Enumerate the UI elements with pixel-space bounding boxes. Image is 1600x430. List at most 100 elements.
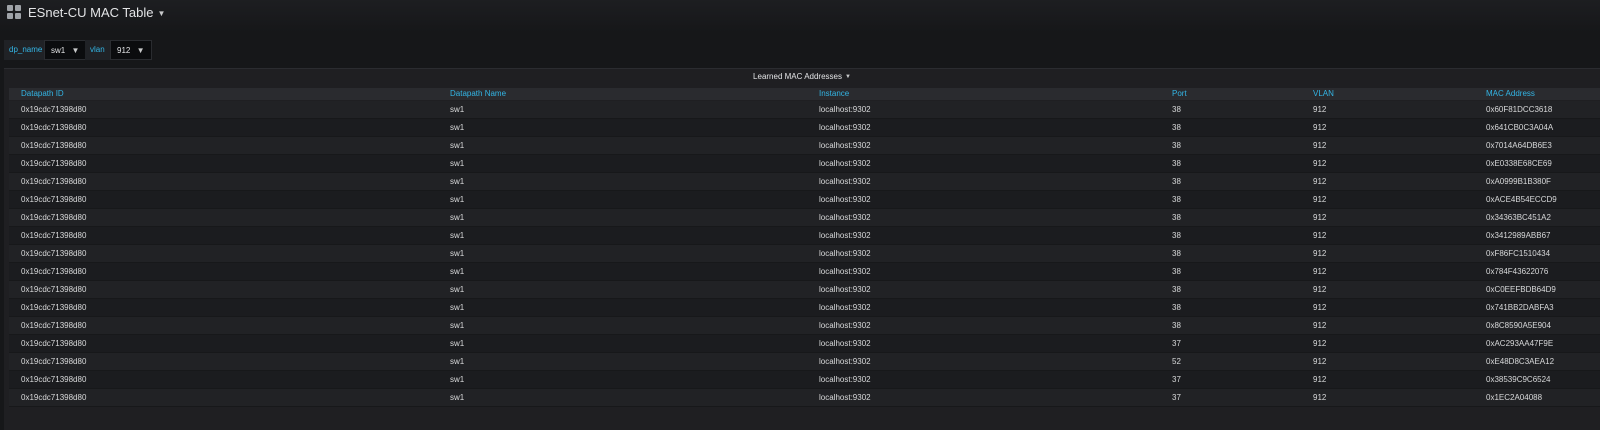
chevron-down-icon: ▼ — [136, 46, 145, 55]
vlan-cell: 912 — [1313, 249, 1327, 258]
port-cell: 38 — [1172, 195, 1181, 204]
mac-address-cell: 0x8C8590A5E904 — [1486, 321, 1551, 330]
instance-cell: localhost:9302 — [819, 285, 871, 294]
vlan-cell: 912 — [1313, 285, 1327, 294]
instance-cell: localhost:9302 — [819, 393, 871, 402]
column-header-datapath-name[interactable]: Datapath Name — [450, 88, 506, 100]
vlan-cell: 912 — [1313, 177, 1327, 186]
table-row: 0x19cdc71398d80 sw1 localhost:9302 38 912 0x7… — [9, 299, 1600, 317]
table-row: 0x19cdc71398d80 sw1 localhost:9302 52 912 0xE… — [9, 353, 1600, 371]
vlan-cell: 912 — [1313, 303, 1327, 312]
datapath-name-cell: sw1 — [450, 159, 465, 168]
vlan-cell: 912 — [1313, 213, 1327, 222]
variable-value: 912 — [117, 46, 131, 56]
table-row: 0x19cdc71398d80 sw1 localhost:9302 37 912 0xA… — [9, 335, 1600, 353]
mac-address-cell: 0x784F43622076 — [1486, 267, 1549, 276]
datapath-name-cell: sw1 — [450, 357, 465, 366]
datapath-name-cell: sw1 — [450, 213, 465, 222]
datapath-name-cell: sw1 — [450, 141, 465, 150]
datapath-id-cell: 0x19cdc71398d80 — [21, 123, 87, 132]
mac-address-cell: 0x1EC2A04088 — [1486, 393, 1543, 402]
column-header-mac-address[interactable]: MAC Address — [1486, 88, 1535, 100]
table-row: 0x19cdc71398d80 sw1 localhost:9302 38 912 0x7… — [9, 137, 1600, 155]
mac-address-cell: 0xA0999B1B380F — [1486, 177, 1551, 186]
vlan-cell: 912 — [1313, 231, 1327, 240]
variable-value: sw1 — [51, 46, 66, 56]
datapath-name-cell: sw1 — [450, 303, 465, 312]
datapath-id-cell: 0x19cdc71398d80 — [21, 177, 87, 186]
chevron-down-icon: ▼ — [157, 9, 166, 19]
port-cell: 37 — [1172, 393, 1181, 402]
table-row: 0x19cdc71398d80 sw1 localhost:9302 38 912 0xC… — [9, 281, 1600, 299]
datapath-id-cell: 0x19cdc71398d80 — [21, 339, 87, 348]
port-cell: 38 — [1172, 321, 1181, 330]
instance-cell: localhost:9302 — [819, 357, 871, 366]
mac-address-cell: 0xAC293AA47F9E — [1486, 339, 1554, 348]
table-row: 0x19cdc71398d80 sw1 localhost:9302 38 912 0x6… — [9, 101, 1600, 119]
port-cell: 38 — [1172, 141, 1181, 150]
port-cell: 38 — [1172, 303, 1181, 312]
table-row: 0x19cdc71398d80 sw1 localhost:9302 38 912 0xA… — [9, 191, 1600, 209]
mac-address-cell: 0x3412989ABB67 — [1486, 231, 1551, 240]
port-cell: 38 — [1172, 231, 1181, 240]
mac-address-cell: 0x7014A64DB6E3 — [1486, 141, 1552, 150]
datapath-name-cell: sw1 — [450, 249, 465, 258]
datapath-id-cell: 0x19cdc71398d80 — [21, 285, 87, 294]
table-row: 0x19cdc71398d80 sw1 localhost:9302 38 912 0xE… — [9, 155, 1600, 173]
mac-address-cell: 0xACE4B54ECCD9 — [1486, 195, 1557, 204]
datapath-id-cell: 0x19cdc71398d80 — [21, 357, 87, 366]
dashboard-title-dropdown[interactable]: ESnet-CU MAC Table ▼ — [28, 5, 165, 20]
instance-cell: localhost:9302 — [819, 231, 871, 240]
table-header: Datapath ID Datapath Name Instance Port … — [9, 88, 1600, 100]
table-row: 0x19cdc71398d80 sw1 localhost:9302 38 912 0x6… — [9, 119, 1600, 137]
port-cell: 38 — [1172, 249, 1181, 258]
datapath-name-cell: sw1 — [450, 231, 465, 240]
column-header-vlan[interactable]: VLAN — [1313, 88, 1334, 100]
variable-value-dropdown[interactable]: 912 ▼ — [110, 40, 152, 60]
datapath-id-cell: 0x19cdc71398d80 — [21, 231, 87, 240]
mac-address-cell: 0xC0EEFBDB64D9 — [1486, 285, 1556, 294]
datapath-name-cell: sw1 — [450, 105, 465, 114]
instance-cell: localhost:9302 — [819, 105, 871, 114]
instance-cell: localhost:9302 — [819, 159, 871, 168]
mac-address-cell: 0xE48D8C3AEA12 — [1486, 357, 1555, 366]
datapath-name-cell: sw1 — [450, 339, 465, 348]
port-cell: 38 — [1172, 267, 1181, 276]
datapath-id-cell: 0x19cdc71398d80 — [21, 267, 87, 276]
instance-cell: localhost:9302 — [819, 249, 871, 258]
column-header-instance[interactable]: Instance — [819, 88, 849, 100]
panel-title: Learned MAC Addresses — [753, 72, 842, 81]
port-cell: 38 — [1172, 159, 1181, 168]
column-header-datapath-id[interactable]: Datapath ID — [21, 88, 64, 100]
vlan-cell: 912 — [1313, 267, 1327, 276]
dashboard-grid-icon[interactable] — [7, 5, 21, 19]
datapath-name-cell: sw1 — [450, 321, 465, 330]
datapath-id-cell: 0x19cdc71398d80 — [21, 213, 87, 222]
vlan-cell: 912 — [1313, 321, 1327, 330]
mac-table-panel: Learned MAC Addresses ▼ Datapath ID Datap… — [4, 68, 1600, 430]
table-row: 0x19cdc71398d80 sw1 localhost:9302 38 912 0x7… — [9, 263, 1600, 281]
datapath-id-cell: 0x19cdc71398d80 — [21, 249, 87, 258]
table-row: 0x19cdc71398d80 sw1 localhost:9302 38 912 0xA… — [9, 173, 1600, 191]
variable-value-dropdown[interactable]: sw1 ▼ — [44, 40, 87, 60]
instance-cell: localhost:9302 — [819, 177, 871, 186]
variable-label: vlan — [85, 40, 110, 60]
mac-address-cell: 0xF86FC1510434 — [1486, 249, 1551, 258]
chevron-down-icon: ▼ — [71, 46, 80, 55]
mac-address-cell: 0x741BB2DABFA3 — [1486, 303, 1554, 312]
mac-address-cell: 0x60F81DCC3618 — [1486, 105, 1553, 114]
vlan-cell: 912 — [1313, 375, 1327, 384]
vlan-cell: 912 — [1313, 123, 1327, 132]
datapath-id-cell: 0x19cdc71398d80 — [21, 303, 87, 312]
table-row: 0x19cdc71398d80 sw1 localhost:9302 37 912 0x1… — [9, 389, 1600, 407]
port-cell: 52 — [1172, 357, 1181, 366]
table-row: 0x19cdc71398d80 sw1 localhost:9302 38 912 0x8… — [9, 317, 1600, 335]
column-header-port[interactable]: Port — [1172, 88, 1187, 100]
instance-cell: localhost:9302 — [819, 321, 871, 330]
port-cell: 37 — [1172, 375, 1181, 384]
instance-cell: localhost:9302 — [819, 195, 871, 204]
panel-title-menu[interactable]: Learned MAC Addresses ▼ — [4, 72, 1600, 81]
datapath-id-cell: 0x19cdc71398d80 — [21, 393, 87, 402]
port-cell: 38 — [1172, 105, 1181, 114]
datapath-id-cell: 0x19cdc71398d80 — [21, 159, 87, 168]
